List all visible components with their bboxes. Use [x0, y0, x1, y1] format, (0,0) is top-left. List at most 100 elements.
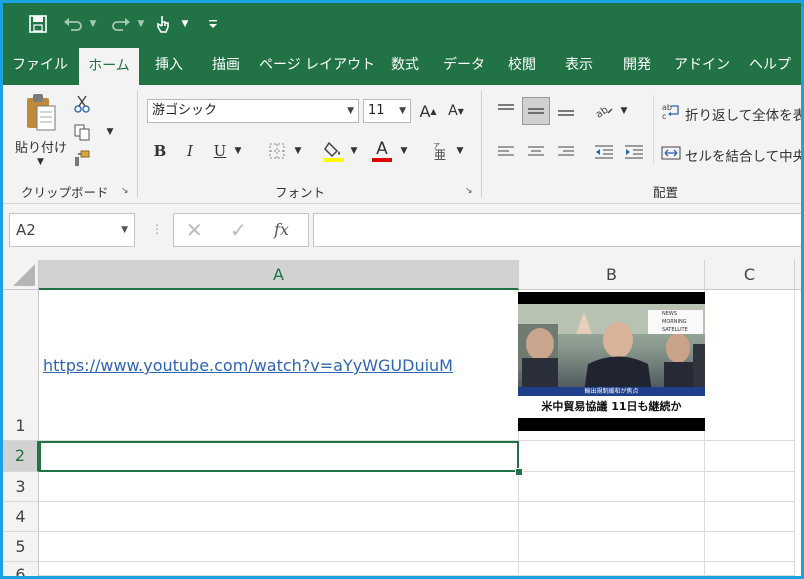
font-launcher-icon[interactable]: ↘ [465, 186, 475, 196]
row-header-3[interactable]: 3 [3, 472, 39, 502]
align-left-icon[interactable] [493, 139, 519, 165]
font-group-label: フォント [275, 185, 326, 200]
wrap-text-label[interactable]: 折り返して全体を表 [685, 104, 801, 124]
video-thumbnail-image[interactable]: NEWS MORNING SATELLITE 輸出規制緩和が焦点 米中貿易協議 … [518, 292, 705, 431]
copy-icon[interactable] [71, 121, 93, 143]
cell-c4[interactable] [705, 502, 795, 532]
fill-color-dropdown-icon[interactable]: ▼ [347, 141, 361, 161]
align-center-icon[interactable] [523, 139, 549, 165]
row-header-6[interactable]: 6 [3, 562, 39, 576]
column-header-c[interactable]: C [705, 260, 795, 290]
tab-review[interactable]: 校閲 [499, 45, 545, 85]
border-dropdown-icon[interactable]: ▼ [291, 141, 305, 161]
tab-formulas[interactable]: 数式 [383, 45, 427, 85]
cell-b3[interactable] [519, 472, 705, 502]
align-middle-icon[interactable] [522, 97, 550, 125]
undo-icon[interactable] [61, 13, 85, 35]
underline-dropdown-icon[interactable]: ▼ [231, 141, 245, 161]
cell-c3[interactable] [705, 472, 795, 502]
underline-button[interactable]: U [209, 139, 231, 163]
tab-data[interactable]: データ [437, 45, 491, 85]
touch-mode-icon[interactable] [153, 13, 175, 35]
cell-a6[interactable] [39, 562, 519, 576]
merge-center-label[interactable]: セルを結合して中央 [685, 145, 801, 165]
undo-dropdown-icon[interactable]: ▼ [87, 13, 99, 35]
font-name-dropdown-icon[interactable]: ▼ [347, 100, 354, 122]
cell-b5[interactable] [519, 532, 705, 562]
cell-c2[interactable] [705, 441, 795, 472]
redo-icon[interactable] [109, 13, 133, 35]
select-all-button[interactable] [3, 260, 39, 290]
cell-b4[interactable] [519, 502, 705, 532]
tab-addins[interactable]: アドイン [669, 45, 735, 85]
tab-file[interactable]: ファイル [9, 45, 71, 85]
font-size-select[interactable]: 11 ▼ [363, 99, 411, 123]
redo-dropdown-icon[interactable]: ▼ [135, 13, 147, 35]
orientation-icon[interactable]: ab [591, 97, 617, 123]
border-icon[interactable] [265, 139, 289, 163]
tab-view[interactable]: 表示 [555, 45, 603, 85]
font-size-dropdown-icon[interactable]: ▼ [399, 100, 406, 122]
decrease-indent-icon[interactable] [591, 139, 617, 165]
font-color-icon[interactable]: A [369, 137, 395, 165]
column-header-d[interactable] [795, 260, 801, 290]
bold-button[interactable]: B [149, 139, 171, 163]
cell-a1-hyperlink[interactable]: https://www.youtube.com/watch?v=aYyWGUDu… [43, 356, 453, 375]
cell-a4[interactable] [39, 502, 519, 532]
paste-button-label[interactable]: 貼り付け [15, 137, 67, 156]
touch-dropdown-icon[interactable]: ▼ [179, 13, 191, 35]
formula-input[interactable] [313, 213, 801, 247]
paste-icon[interactable] [21, 91, 61, 135]
save-icon[interactable] [27, 13, 49, 35]
column-header-a[interactable]: A [39, 260, 519, 290]
formula-bar-grip-icon[interactable]: ⋮ [151, 222, 163, 236]
cell-b2[interactable] [519, 441, 705, 472]
cell-a3[interactable] [39, 472, 519, 502]
font-name-select[interactable]: 游ゴシック ▼ [147, 99, 359, 123]
clipboard-launcher-icon[interactable]: ↘ [121, 186, 131, 196]
paste-dropdown-icon[interactable]: ▼ [37, 157, 44, 167]
active-cell-selection[interactable] [39, 441, 519, 472]
insert-function-icon[interactable]: fx [274, 219, 298, 241]
ribbon-home: 貼り付け ▼ ▼ クリップボード ↘ 游ゴシック ▼ 11 ▼ A ▲ A ▼ B … [3, 85, 801, 204]
column-header-b[interactable]: B [519, 260, 705, 290]
wrap-text-icon[interactable]: ab c [659, 99, 683, 123]
italic-button[interactable]: I [179, 139, 201, 163]
fill-color-icon[interactable] [321, 137, 347, 165]
row-header-2[interactable]: 2 [3, 441, 39, 472]
decrease-font-size-icon[interactable]: A ▼ [445, 99, 467, 123]
align-top-icon[interactable] [493, 97, 519, 123]
cell-c1[interactable] [705, 290, 795, 441]
name-box[interactable]: A2 ▼ [9, 213, 135, 247]
row-header-4[interactable]: 4 [3, 502, 39, 532]
cell-c5[interactable] [705, 532, 795, 562]
cell-b6[interactable] [519, 562, 705, 576]
font-color-dropdown-icon[interactable]: ▼ [397, 141, 411, 161]
tab-help[interactable]: ヘルプ [743, 45, 797, 85]
increase-font-size-icon[interactable]: A ▲ [417, 99, 439, 123]
row-header-1[interactable]: 1 [3, 290, 39, 441]
phonetic-dropdown-icon[interactable]: ▼ [453, 141, 467, 161]
copy-dropdown-icon[interactable]: ▼ [103, 123, 117, 141]
enter-icon[interactable]: ✓ [230, 219, 250, 241]
customize-qat-icon[interactable] [205, 13, 221, 35]
tab-home[interactable]: ホーム [79, 48, 139, 85]
cell-a5[interactable] [39, 532, 519, 562]
phonetic-guide-icon[interactable]: ア亜 [427, 139, 451, 163]
cell-c6[interactable] [705, 562, 795, 576]
cut-icon[interactable] [71, 93, 93, 115]
tab-insert[interactable]: 挿入 [145, 45, 193, 85]
tab-page-layout[interactable]: ページ レイアウト [259, 45, 375, 85]
name-box-dropdown-icon[interactable]: ▼ [121, 214, 128, 246]
row-header-5[interactable]: 5 [3, 532, 39, 562]
fill-handle[interactable] [515, 468, 523, 476]
align-bottom-icon[interactable] [553, 97, 579, 123]
align-right-icon[interactable] [553, 139, 579, 165]
tab-developer[interactable]: 開発 [613, 45, 661, 85]
merge-center-icon[interactable] [659, 141, 683, 165]
format-painter-icon[interactable] [71, 147, 93, 169]
tab-draw[interactable]: 描画 [201, 45, 251, 85]
cancel-icon[interactable]: ✕ [186, 219, 206, 241]
increase-indent-icon[interactable] [621, 139, 647, 165]
orientation-dropdown-icon[interactable]: ▼ [617, 101, 631, 121]
